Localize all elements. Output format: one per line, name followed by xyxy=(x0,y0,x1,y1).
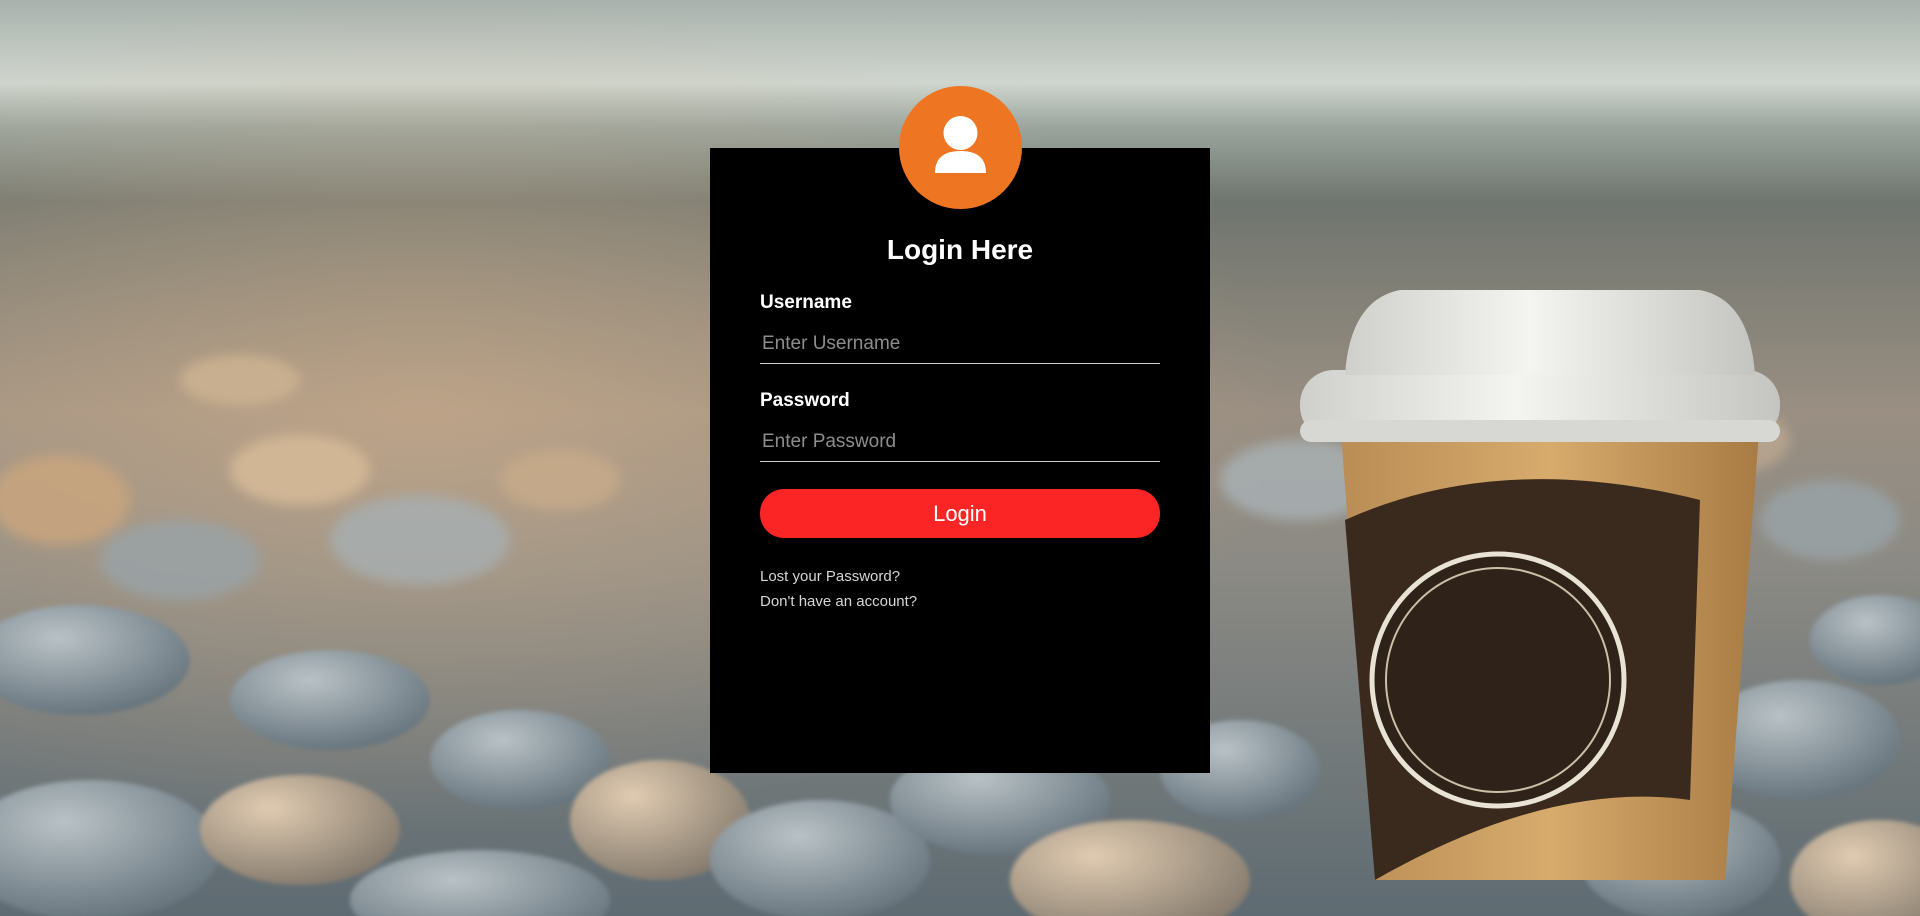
signup-link[interactable]: Don't have an account? xyxy=(760,593,917,610)
coffee-cup-image xyxy=(1300,290,1780,880)
avatar xyxy=(899,86,1022,209)
login-title: Login Here xyxy=(886,234,1034,265)
password-label: Password xyxy=(760,390,850,411)
lost-password-link[interactable]: Lost your Password? xyxy=(760,568,900,585)
user-icon xyxy=(935,116,986,173)
username-input[interactable] xyxy=(760,324,1160,364)
password-input[interactable] xyxy=(760,422,1160,462)
login-button[interactable]: Login xyxy=(760,489,1160,538)
login-panel: Login Here Username Password Login Lost … xyxy=(710,148,1210,773)
username-label: Username xyxy=(760,292,852,313)
